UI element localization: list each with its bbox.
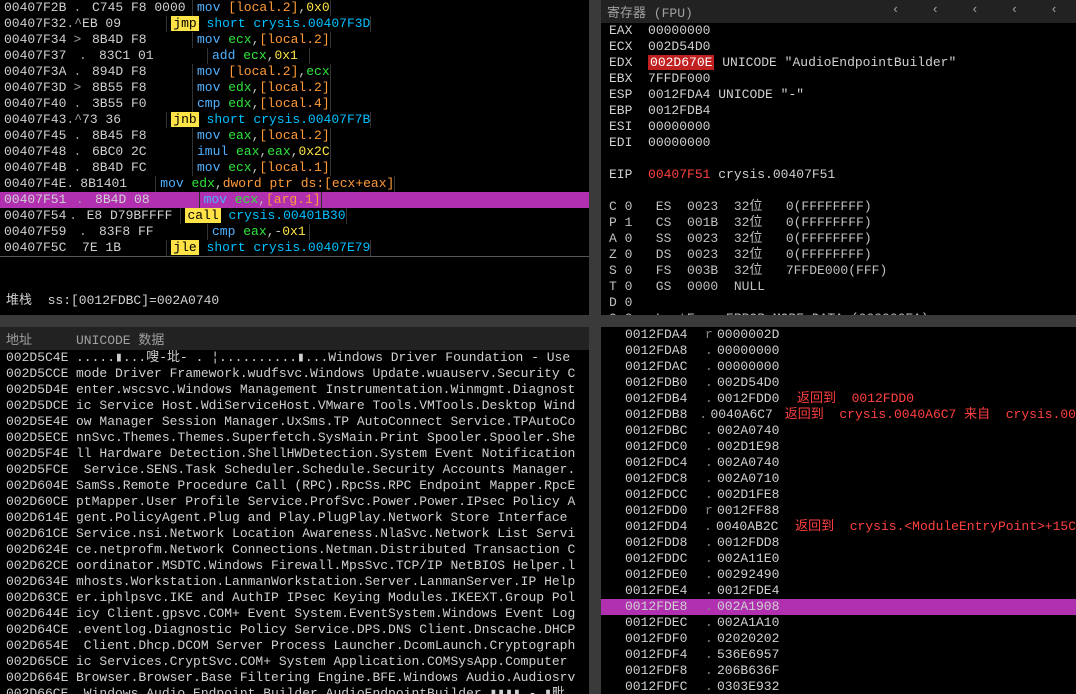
stack-row[interactable]: 0012FDA4r0000002D — [601, 327, 1076, 343]
register-row[interactable]: ESI 00000000 — [601, 119, 1076, 135]
disassembly-lines[interactable]: 00407F2B.C745 F8 0000mov [local.2],0x000… — [0, 0, 589, 256]
hexdump-row[interactable]: 002D61CEService.nsi.Network Location Awa… — [0, 526, 589, 542]
stack-row[interactable]: 0012FDD8.0012FDD8 — [601, 535, 1076, 551]
hexdump-row[interactable]: 002D65CEic Services.CryptSvc.COM+ System… — [0, 654, 589, 670]
register-row[interactable]: D 0 — [601, 295, 1076, 311]
disasm-row[interactable]: 00407F4B.8B4D FCmov ecx,[local.1] — [0, 160, 589, 176]
register-row[interactable]: EDI 00000000 — [601, 135, 1076, 151]
hexdump-row[interactable]: 002D5FCE Service.SENS.Task Scheduler.Sch… — [0, 462, 589, 478]
hexdump-row[interactable]: 002D614Egent.PolicyAgent.Plug and Play.P… — [0, 510, 589, 526]
stack-row[interactable]: 0012FDE0.00292490 — [601, 567, 1076, 583]
hexdump-row[interactable]: 002D63CEer.iphlpsvc.IKE and AuthIP IPsec… — [0, 590, 589, 606]
stack-row[interactable]: 0012FDEC.002A1A10 — [601, 615, 1076, 631]
hexdump-row[interactable]: 002D60CEptMapper.User Profile Service.Pr… — [0, 494, 589, 510]
disasm-row[interactable]: 00407F34>8B4D F8mov ecx,[local.2] — [0, 32, 589, 48]
hexdump-row[interactable]: 002D5D4Eenter.wscsvc.Windows Management … — [0, 382, 589, 398]
horizontal-divider — [0, 315, 1076, 327]
hexdump-row[interactable]: 002D634Emhosts.Workstation.LanmanWorksta… — [0, 574, 589, 590]
vertical-divider-2 — [589, 327, 601, 694]
hexdump-pane[interactable]: 地址 UNICODE 数据 002D5C4E.....▮...嗖-㘩- . ¦.… — [0, 327, 589, 694]
hexdump-row[interactable]: 002D5CCEmode Driver Framework.wudfsvc.Wi… — [0, 366, 589, 382]
stack-row[interactable]: 0012FDC4.002A0740 — [601, 455, 1076, 471]
disasm-row[interactable]: 00407F40.3B55 F0cmp edx,[local.4] — [0, 96, 589, 112]
register-row[interactable]: ESP 0012FDA4 UNICODE "-" — [601, 87, 1076, 103]
hexdump-row[interactable]: 002D604ESamSs.Remote Procedure Call (RPC… — [0, 478, 589, 494]
register-row[interactable]: Z 0 DS 0023 32位 0(FFFFFFFF) — [601, 247, 1076, 263]
vertical-divider — [589, 0, 601, 315]
register-row[interactable]: EAX 00000000 — [601, 23, 1076, 39]
stack-row[interactable]: 0012FDE8.002A1908 — [601, 599, 1076, 615]
hexdump-lines[interactable]: 002D5C4E.....▮...嗖-㘩- . ¦..........▮...W… — [0, 350, 589, 694]
hexdump-header-data: UNICODE 数据 — [76, 329, 164, 348]
stack-row[interactable]: 0012FDF8.206B636F — [601, 663, 1076, 679]
hexdump-row[interactable]: 002D5ECEnnSvc.Themes.Themes.Superfetch.S… — [0, 430, 589, 446]
hexdump-row[interactable]: 002D5C4E.....▮...嗖-㘩- . ¦..........▮...W… — [0, 350, 589, 366]
disasm-row[interactable]: 00407F37.83C1 01add ecx,0x1 — [0, 48, 589, 64]
register-row[interactable]: EDX 002D670E UNICODE "AudioEndpointBuild… — [601, 55, 1076, 71]
stack-row[interactable]: 0012FDDC.002A11E0 — [601, 551, 1076, 567]
register-row[interactable]: C 0 ES 0023 32位 0(FFFFFFFF) — [601, 199, 1076, 215]
register-row[interactable]: EBX 7FFDF000 — [601, 71, 1076, 87]
registers-nav[interactable]: ‹ ‹ ‹ ‹ ‹ — [892, 2, 1070, 21]
stack-row[interactable]: 0012FDB4.0012FDD0返回到 0012FDD0 — [601, 391, 1076, 407]
registers-pane[interactable]: 寄存器 (FPU) ‹ ‹ ‹ ‹ ‹ EAX 00000000ECX 002D… — [601, 0, 1076, 315]
hexdump-row[interactable]: 002D664EBrowser.Browser.Base Filtering E… — [0, 670, 589, 686]
stack-row[interactable]: 0012FDAC.00000000 — [601, 359, 1076, 375]
stack-row[interactable]: 0012FDB0.002D54D0 — [601, 375, 1076, 391]
disasm-row[interactable]: 00407F51.8B4D 08mov ecx,[arg.1] — [0, 192, 589, 208]
disasm-row[interactable]: 00407F4E.8B1401mov edx,dword ptr ds:[ecx… — [0, 176, 589, 192]
disasm-row[interactable]: 00407F3A.894D F8mov [local.2],ecx — [0, 64, 589, 80]
disasm-row[interactable]: 00407F32.^EB 09jmp short crysis.00407F3D — [0, 16, 589, 32]
disasm-row[interactable]: 00407F3D>8B55 F8mov edx,[local.2] — [0, 80, 589, 96]
register-row[interactable]: T 0 GS 0000 NULL — [601, 279, 1076, 295]
hexdump-row[interactable]: 002D5E4Eow Manager Session Manager.UxSms… — [0, 414, 589, 430]
hexdump-row[interactable]: 002D62CEoordinator.MSDTC.Windows Firewal… — [0, 558, 589, 574]
register-row[interactable] — [601, 183, 1076, 199]
disasm-row[interactable]: 00407F48.6BC0 2Cimul eax,eax,0x2C — [0, 144, 589, 160]
registers-header: 寄存器 (FPU) ‹ ‹ ‹ ‹ ‹ — [601, 0, 1076, 23]
register-row[interactable]: EBP 0012FDB4 — [601, 103, 1076, 119]
stack-row[interactable]: 0012FDE4.0012FDE4 — [601, 583, 1076, 599]
register-row[interactable] — [601, 151, 1076, 167]
stack-pane[interactable]: 0012FDA4r0000002D0012FDA8.000000000012FD… — [601, 327, 1076, 694]
hexdump-row[interactable]: 002D64CE.eventlog.Diagnostic Policy Serv… — [0, 622, 589, 638]
register-row[interactable]: A 0 SS 0023 32位 0(FFFFFFFF) — [601, 231, 1076, 247]
disasm-row[interactable]: 00407F59.83F8 FFcmp eax,-0x1 — [0, 224, 589, 240]
stack-row[interactable]: 0012FDD4.0040AB2C返回到 crysis.<ModuleEntry… — [601, 519, 1076, 535]
disasm-row[interactable]: 00407F2B.C745 F8 0000mov [local.2],0x0 — [0, 0, 589, 16]
stack-row[interactable]: 0012FDB8.0040A6C7返回到 crysis.0040A6C7 来自 … — [601, 407, 1076, 423]
hexdump-row[interactable]: 002D644Eicy Client.gpsvc.COM+ Event Syst… — [0, 606, 589, 622]
disasm-row[interactable]: 00407F43.^73 36jnb short crysis.00407F7B — [0, 112, 589, 128]
stack-row[interactable]: 0012FDC8.002A0710 — [601, 471, 1076, 487]
disasm-row[interactable]: 00407F45.8B45 F8mov eax,[local.2] — [0, 128, 589, 144]
register-row[interactable]: P 1 CS 001B 32位 0(FFFFFFFF) — [601, 215, 1076, 231]
stack-row[interactable]: 0012FDCC.002D1FE8 — [601, 487, 1076, 503]
stack-row[interactable]: 0012FDF0.02020202 — [601, 631, 1076, 647]
hexdump-header: 地址 UNICODE 数据 — [0, 327, 589, 350]
stack-row[interactable]: 0012FDD0r0012FF88 — [601, 503, 1076, 519]
disasm-row[interactable]: 00407F54.E8 D79BFFFFcall crysis.00401B30 — [0, 208, 589, 224]
register-row[interactable]: EIP 00407F51 crysis.00407F51 — [601, 167, 1076, 183]
disassembly-info: 堆栈 ss:[0012FDBC]=002A0740 ecx=002D54D0 — [0, 256, 589, 315]
stack-row[interactable]: 0012FDC0.002D1E98 — [601, 439, 1076, 455]
disassembly-pane[interactable]: 00407F2B.C745 F8 0000mov [local.2],0x000… — [0, 0, 589, 315]
stack-row[interactable]: 0012FDF4.536E6957 — [601, 647, 1076, 663]
hexdump-row[interactable]: 002D5DCEic Service Host.WdiServiceHost.V… — [0, 398, 589, 414]
registers-lines[interactable]: EAX 00000000ECX 002D54D0EDX 002D670E UNI… — [601, 23, 1076, 315]
stack-lines[interactable]: 0012FDA4r0000002D0012FDA8.000000000012FD… — [601, 327, 1076, 694]
hexdump-row[interactable]: 002D66CE.Windows Audio Endpoint Builder.… — [0, 686, 589, 694]
registers-title: 寄存器 (FPU) — [607, 2, 693, 21]
register-row[interactable]: ECX 002D54D0 — [601, 39, 1076, 55]
hexdump-row[interactable]: 002D624Ece.netprofm.Network Connections.… — [0, 542, 589, 558]
stack-row[interactable]: 0012FDFC.0303E932 — [601, 679, 1076, 694]
stack-row[interactable]: 0012FDA8.00000000 — [601, 343, 1076, 359]
stack-row[interactable]: 0012FDBC.002A0740 — [601, 423, 1076, 439]
hexdump-header-addr: 地址 — [6, 329, 76, 348]
disasm-row[interactable]: 00407F5C7E 1Bjle short crysis.00407E79 — [0, 240, 589, 256]
register-row[interactable]: S 0 FS 003B 32位 7FFDE000(FFF) — [601, 263, 1076, 279]
hexdump-row[interactable]: 002D5F4Ell Hardware Detection.ShellHWDet… — [0, 446, 589, 462]
register-row[interactable]: O 0 LastErr ERROR_MORE_DATA (000000EA) — [601, 311, 1076, 315]
hexdump-row[interactable]: 002D654E Client.Dhcp.DCOM Server Process… — [0, 638, 589, 654]
